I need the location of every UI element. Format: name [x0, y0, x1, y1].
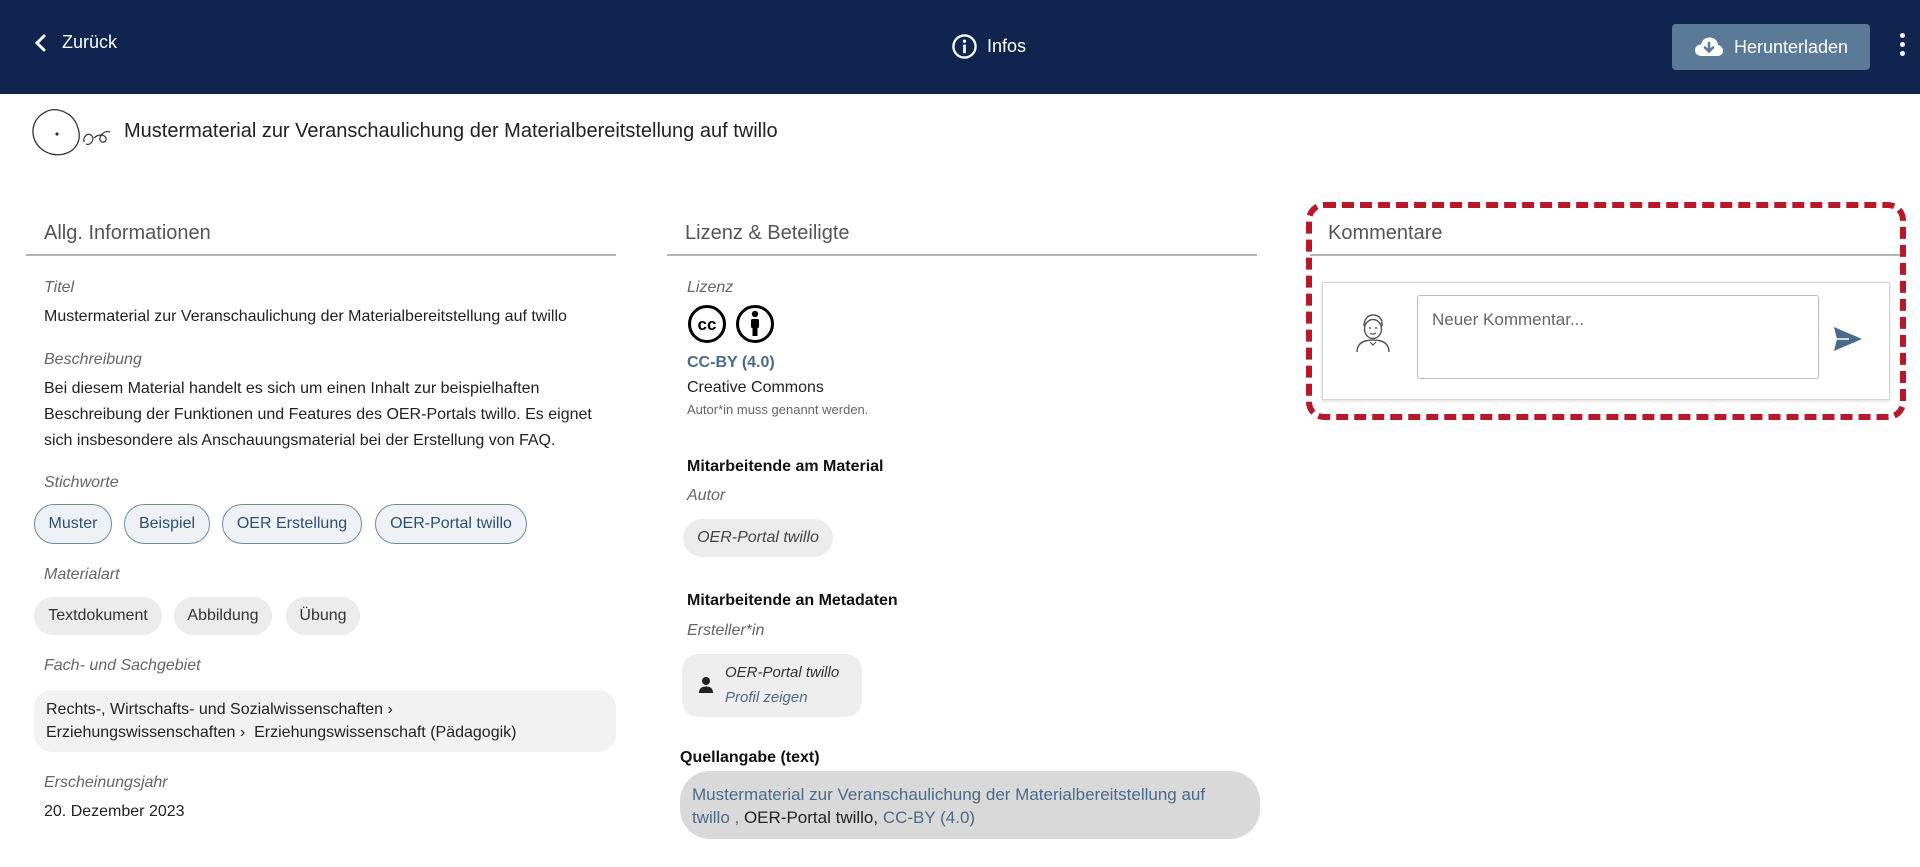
- license-note: Autor*in muss genannt werden.: [687, 402, 869, 417]
- description-line-1: Bei diesem Material handelt es sich um e…: [44, 380, 540, 397]
- subject-item[interactable]: Erziehungswissenschaften: [46, 724, 235, 741]
- citation-box: Mustermaterial zur Veranschaulichung der…: [680, 771, 1260, 839]
- comments-highlight-frame: [1306, 202, 1906, 420]
- info-icon: [952, 34, 977, 59]
- license-heading: Lizenz & Beteiligte: [667, 218, 1257, 256]
- material-type-label: Materialart: [44, 566, 120, 583]
- citation-title-link-end[interactable]: twillo ,: [692, 808, 739, 827]
- subject-item[interactable]: Erziehungswissenschaft (Pädagogik): [254, 724, 516, 741]
- creator-role: Ersteller*in: [687, 622, 765, 639]
- title-value: Mustermaterial zur Veranschaulichung der…: [44, 308, 567, 325]
- keyword-chip[interactable]: Beispiel: [124, 504, 210, 544]
- general-info-section: Allg. Informationen: [26, 218, 616, 256]
- author-role: Autor: [687, 487, 726, 504]
- infos-button[interactable]: Infos: [951, 33, 1026, 60]
- material-type-chip: Textdokument: [34, 597, 162, 635]
- back-label: Zurück: [62, 32, 118, 52]
- keyword-chip[interactable]: Muster: [34, 504, 112, 544]
- license-code[interactable]: CC-BY (4.0): [687, 354, 775, 372]
- profile-link[interactable]: Profil zeigen: [725, 689, 808, 706]
- chevron-right-icon: ›: [387, 701, 393, 718]
- infos-label: Infos: [987, 36, 1027, 56]
- download-button[interactable]: Herunterladen: [1672, 24, 1870, 70]
- citation-license-link[interactable]: CC-BY (4.0): [883, 808, 975, 827]
- more-options-icon[interactable]: [1896, 33, 1908, 61]
- cc-by-license-icon: cc: [688, 305, 774, 343]
- creator-name: OER-Portal twillo: [725, 664, 840, 681]
- year-value: 20. Dezember 2023: [44, 803, 185, 820]
- author-chip[interactable]: OER-Portal twillo: [683, 519, 833, 557]
- chevron-right-icon: ›: [239, 724, 246, 741]
- citation-publisher: OER-Portal twillo,: [739, 808, 883, 827]
- subject-label: Fach- und Sachgebiet: [44, 657, 201, 674]
- cloud-download-icon: [1694, 37, 1723, 56]
- page-title: Mustermaterial zur Veranschaulichung der…: [124, 120, 778, 142]
- contributors-metadata-heading: Mitarbeitende an Metadaten: [687, 592, 898, 609]
- person-icon: [699, 677, 713, 693]
- chevron-left-icon: [34, 34, 46, 51]
- subject-item[interactable]: Rechts-, Wirtschafts- und Sozialwissensc…: [46, 701, 383, 718]
- creator-chip[interactable]: OER-Portal twillo Profil zeigen: [682, 654, 862, 717]
- citation-title-link[interactable]: Mustermaterial zur Veranschaulichung der…: [692, 783, 1248, 806]
- keyword-chip[interactable]: OER-Portal twillo: [375, 504, 527, 544]
- general-info-heading: Allg. Informationen: [26, 218, 616, 256]
- subject-breadcrumb: Rechts-, Wirtschafts- und Sozialwissensc…: [34, 690, 616, 752]
- license-name: Creative Commons: [687, 379, 824, 396]
- description-line-3: sich insbesondere als Anschauungsmateria…: [44, 432, 556, 449]
- license-label: Lizenz: [687, 279, 734, 296]
- description-line-2: Beschreibung der Funktionen und Features…: [44, 406, 592, 423]
- material-type-chip: Abbildung: [174, 597, 272, 635]
- svg-text:cc: cc: [698, 315, 717, 334]
- top-bar: Zurück Infos Herunterladen: [0, 0, 1920, 94]
- material-thumbnail-icon: [32, 109, 111, 156]
- year-label: Erscheinungsjahr: [44, 774, 168, 791]
- material-type-chip: Übung: [286, 597, 360, 635]
- download-label: Herunterladen: [1733, 36, 1849, 57]
- back-button[interactable]: Zurück: [34, 32, 117, 53]
- description-label: Beschreibung: [44, 351, 142, 368]
- keywords-label: Stichworte: [44, 474, 119, 491]
- citation-heading: Quellangabe (text): [680, 749, 820, 766]
- license-section: Lizenz & Beteiligte: [667, 218, 1257, 256]
- keyword-chip[interactable]: OER Erstellung: [222, 504, 362, 544]
- title-label: Titel: [44, 279, 75, 296]
- contributors-material-heading: Mitarbeitende am Material: [687, 458, 884, 475]
